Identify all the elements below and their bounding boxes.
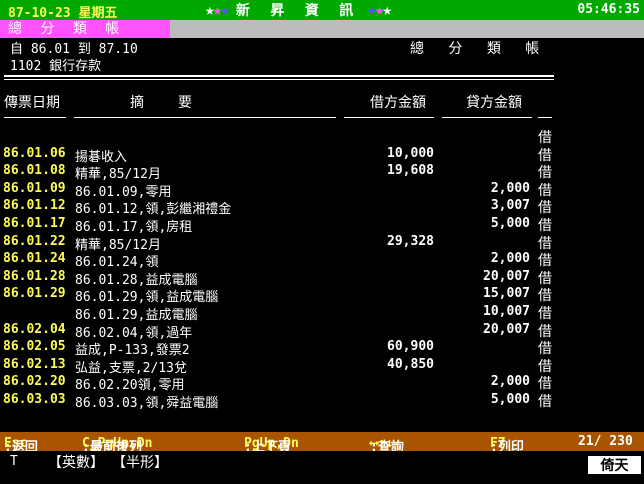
column-header-credit: 貸方金額 xyxy=(466,95,522,111)
row-balance-flag: 借 xyxy=(538,393,552,410)
row-debit-amount: 19,608 xyxy=(387,163,434,179)
mode-indicator: T xyxy=(10,454,18,469)
brand-banner: ★★★ 新 昇 資 訊 ★★★ xyxy=(205,0,425,20)
column-rule-summary xyxy=(74,117,336,118)
table-row[interactable]: 86.01.24 86.01.24,領 2,000 借 xyxy=(0,250,560,270)
table-row[interactable]: 86.01.12 86.01.12,領,彭繼湘禮金 3,007 借 xyxy=(0,197,560,217)
table-row[interactable]: 86.01.09 86.01.09,零用 2,000 借 xyxy=(0,180,560,200)
row-credit-amount: 5,000 xyxy=(490,391,530,407)
row-credit-amount: 15,007 xyxy=(483,286,530,302)
row-credit-amount: 10,007 xyxy=(483,303,530,319)
separator-double xyxy=(4,75,554,80)
row-date: 86.03.03 xyxy=(3,391,66,407)
star-icon-group-right: ★★★ xyxy=(367,0,392,19)
row-credit-amount: 5,000 xyxy=(490,215,530,231)
row-credit-amount: 2,000 xyxy=(490,180,530,196)
row-debit-amount: 29,328 xyxy=(387,233,434,249)
column-rule-debit xyxy=(344,117,434,118)
menu-bar: 總 分 類 帳 xyxy=(0,20,644,38)
record-counter: 21/ 230 xyxy=(578,434,633,449)
row-debit-amount: 60,900 xyxy=(387,339,434,355)
title-bar: 87-10-23 星期五 ★★★ 新 昇 資 訊 ★★★ 05:46:35 xyxy=(0,0,644,21)
row-date: 86.01.17 xyxy=(3,215,66,231)
column-header-debit: 借方金額 xyxy=(370,95,426,111)
row-date: 86.01.06 xyxy=(3,145,66,161)
row-date: 86.02.04 xyxy=(3,321,66,337)
column-header-summary: 摘要 xyxy=(130,95,226,111)
row-credit-amount: 3,007 xyxy=(490,198,530,214)
table-row[interactable]: 86.03.03 86.03.03,領,舜益電腦 5,000 借 xyxy=(0,391,560,411)
table-row[interactable]: 86.01.29,益成電腦 10,007 借 xyxy=(0,303,560,323)
row-summary: 86.03.03,領,舜益電腦 xyxy=(75,395,219,411)
row-date: 86.02.05 xyxy=(3,339,66,355)
row-credit-amount: 20,007 xyxy=(483,321,530,337)
row-credit-amount: 2,000 xyxy=(490,374,530,390)
row-credit-amount: 2,000 xyxy=(490,251,530,267)
report-title: 總 分 類 帳 xyxy=(410,41,548,57)
system-time: 05:46:35 xyxy=(577,2,640,17)
ledger-table[interactable]: 借 86.01.06 揚碁收入 10,000 借 86.01.08 精華,85/12月 19,… xyxy=(0,127,560,411)
eten-logo: 倚天 xyxy=(587,455,642,475)
row-credit-amount: 20,007 xyxy=(483,268,530,284)
row-date: 86.02.13 xyxy=(3,356,66,372)
table-row[interactable]: 86.01.29 86.01.29,領,益成電腦 15,007 借 xyxy=(0,285,560,305)
column-header-date: 傳票日期 xyxy=(4,95,60,111)
table-row[interactable]: 借 xyxy=(0,127,560,146)
table-row[interactable]: 86.01.06 揚碁收入 10,000 借 xyxy=(0,145,560,165)
row-date: 86.02.20 xyxy=(3,374,66,390)
brand-name: 新 昇 資 訊 xyxy=(235,3,360,19)
row-date: 86.01.22 xyxy=(3,233,66,249)
table-row[interactable]: 86.02.20 86.02.20領,零用 2,000 借 xyxy=(0,373,560,393)
help-bar: Esc:返回 C_PgUp,Dn:最前後列 PgUp,Dn:上下頁 ⟷↑↓:查詢… xyxy=(0,432,644,455)
row-date: 86.01.28 xyxy=(3,268,66,284)
account-label: 1102 銀行存款 xyxy=(10,59,102,74)
input-mode-halfwidth[interactable]: 【半形】 xyxy=(112,452,168,472)
row-date: 86.01.12 xyxy=(3,198,66,214)
table-row[interactable]: 86.02.04 86.02.04,領,過年 20,007 借 xyxy=(0,321,560,341)
menu-title-general-ledger[interactable]: 總 分 類 帳 xyxy=(0,20,170,38)
star-icon-group-left: ★★★ xyxy=(205,0,230,19)
column-rule-flag xyxy=(538,117,552,118)
row-date: 86.01.24 xyxy=(3,251,66,267)
status-bar: T 【英數】 【半形】 倚天 xyxy=(0,451,644,484)
row-date: 86.01.08 xyxy=(3,163,66,179)
row-debit-amount: 40,850 xyxy=(387,356,434,372)
column-rule-date xyxy=(4,117,66,118)
system-date: 87-10-23 星期五 xyxy=(8,6,118,21)
table-row[interactable]: 86.01.08 精華,85/12月 19,608 借 xyxy=(0,162,560,182)
column-rule-credit xyxy=(442,117,532,118)
table-row[interactable]: 86.02.13 弘益,支票,2/13兌 40,850 借 xyxy=(0,356,560,376)
table-row[interactable]: 86.01.28 86.01.28,益成電腦 20,007 借 xyxy=(0,268,560,288)
input-mode-alnum[interactable]: 【英數】 xyxy=(48,452,104,472)
row-date: 86.01.29 xyxy=(3,286,66,302)
row-debit-amount: 10,000 xyxy=(387,145,434,161)
table-row[interactable]: 86.02.05 益成,P-133,發票2 60,900 借 xyxy=(0,338,560,358)
table-row[interactable]: 86.01.22 精華,85/12月 29,328 借 xyxy=(0,233,560,253)
table-row[interactable]: 86.01.17 86.01.17,領,房租 5,000 借 xyxy=(0,215,560,235)
row-date: 86.01.09 xyxy=(3,180,66,196)
